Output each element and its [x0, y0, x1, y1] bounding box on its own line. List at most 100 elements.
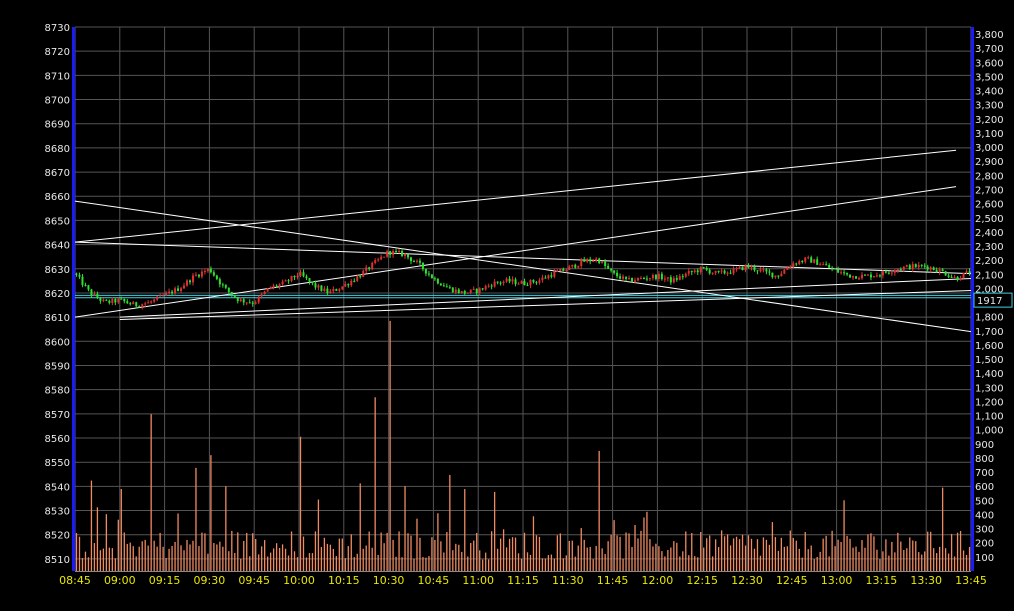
candle-body [180, 288, 183, 292]
candle-body [224, 285, 227, 288]
volume-tick-label: 2,900 [975, 157, 1004, 168]
candle-body [645, 278, 648, 280]
candle-body [162, 295, 165, 297]
time-tick-label: 11:00 [462, 574, 494, 587]
candle-body [840, 272, 843, 274]
candle-body [427, 273, 430, 275]
candle-body [395, 250, 398, 252]
candle-body [177, 288, 180, 292]
candle-body [398, 250, 401, 252]
candle-body [463, 291, 466, 294]
time-tick-label: 10:00 [283, 574, 315, 587]
candle-body [849, 274, 852, 278]
price-tick-label: 8720 [45, 47, 70, 58]
candle-body [287, 280, 290, 282]
candle-body [523, 281, 526, 285]
candle-body [141, 304, 144, 307]
candle-body [878, 275, 881, 277]
candle-body [831, 267, 834, 269]
candle-body [834, 268, 837, 270]
candle-body [893, 270, 896, 273]
candle-body [96, 293, 99, 298]
candle-body [236, 297, 239, 302]
candle-body [114, 298, 117, 303]
candle-body [583, 259, 586, 262]
candle-body [616, 272, 619, 277]
candle-body [206, 268, 209, 272]
candle-body [843, 272, 846, 274]
candle-body [666, 277, 669, 279]
volume-tick-label: 1,000 [975, 426, 1004, 437]
volume-tick-label: 1,800 [975, 313, 1004, 324]
volume-tick-label: 1,700 [975, 327, 1004, 338]
candle-body [284, 280, 287, 282]
candle-body [887, 272, 890, 274]
candle-body [589, 259, 592, 262]
candle-body [126, 301, 129, 304]
volume-tick-label: 3,500 [975, 72, 1004, 83]
candle-body [765, 269, 768, 272]
candle-body [693, 270, 696, 273]
time-axis-ticks: 08:45 09:00 09:15 09:30 09:45 10:00 10:15 10:30… [59, 574, 987, 587]
time-tick-label: 11:30 [552, 574, 584, 587]
candle-body [472, 288, 475, 290]
candle-body [953, 276, 956, 278]
candle-body [203, 271, 206, 273]
time-tick-label: 08:45 [59, 574, 91, 587]
candle-body [290, 275, 293, 281]
time-tick-label: 12:15 [686, 574, 718, 587]
candle-body [275, 285, 278, 287]
candle-body [371, 262, 374, 269]
candle-body [911, 264, 914, 270]
price-tick-label: 8590 [45, 361, 70, 372]
candle-body [795, 263, 798, 265]
time-tick-label: 10:45 [418, 574, 450, 587]
candle-body [956, 276, 959, 280]
candle-body [197, 274, 200, 277]
candle-body [392, 250, 395, 255]
candle-body [634, 280, 637, 282]
candle-body [454, 289, 457, 293]
candle-body [586, 259, 589, 262]
candle-body [696, 270, 699, 273]
candle-body [478, 288, 481, 294]
candle-body [804, 257, 807, 262]
volume-tick-label: 1,200 [975, 397, 1004, 408]
candle-body [917, 264, 920, 268]
candle-body [212, 272, 215, 276]
price-tick-label: 8570 [45, 410, 70, 421]
time-tick-label: 10:30 [373, 574, 405, 587]
candle-body [529, 279, 532, 286]
candle-body [156, 296, 159, 300]
candle-body [356, 276, 359, 281]
candle-body [881, 271, 884, 276]
candle-body [520, 281, 523, 284]
time-tick-label: 11:15 [507, 574, 539, 587]
candle-body [828, 265, 831, 268]
candle-body [84, 285, 87, 287]
candle-body [221, 284, 224, 286]
volume-tick-label: 200 [975, 539, 994, 550]
price-tick-label: 8690 [45, 120, 70, 131]
candle-body [732, 268, 735, 274]
time-tick-label: 13:15 [866, 574, 898, 587]
candle-body [377, 259, 380, 261]
candle-body [293, 275, 296, 278]
price-tick-label: 8700 [45, 96, 70, 107]
candle-body [380, 256, 383, 260]
candle-body [117, 298, 120, 303]
volume-tick-label: 300 [975, 525, 994, 536]
candle-body [165, 293, 168, 296]
candle-body [544, 277, 547, 279]
candle-body [723, 270, 726, 274]
candle-body [538, 280, 541, 283]
candle-body [899, 269, 902, 271]
candle-body [171, 291, 174, 294]
candle-body [191, 275, 194, 283]
candle-body [120, 298, 123, 300]
candle-body [947, 275, 950, 277]
candle-body [684, 273, 687, 277]
candle-body [102, 299, 105, 301]
candle-body [266, 288, 269, 292]
candle-body [132, 302, 135, 305]
